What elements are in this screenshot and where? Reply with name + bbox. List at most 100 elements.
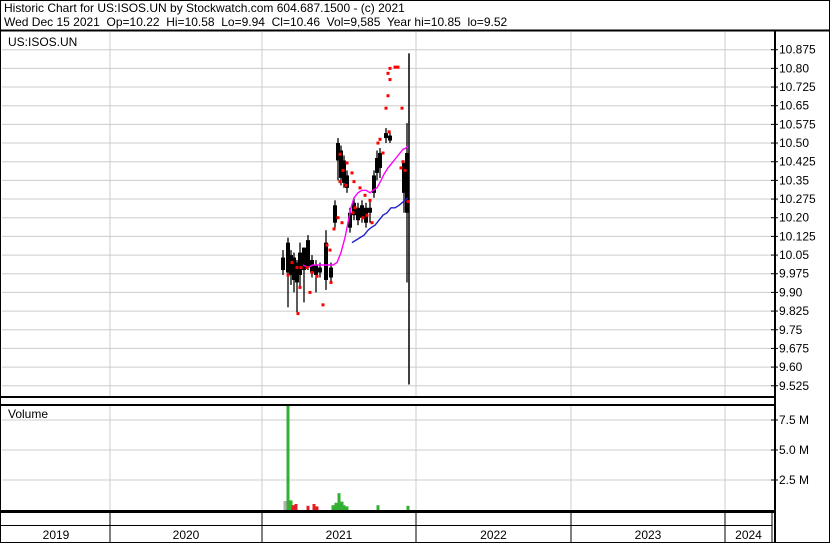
trade-dot — [325, 243, 329, 247]
price-tick-label: 9.675 — [779, 341, 809, 355]
trade-dot — [386, 71, 390, 75]
volume-bar — [334, 502, 338, 510]
candle-body — [356, 207, 360, 221]
price-tick-label: 10.80 — [779, 61, 809, 75]
volume-bar — [315, 506, 319, 510]
trade-dot — [388, 78, 392, 82]
year-label: 2021 — [326, 528, 353, 542]
year-label: 2023 — [635, 528, 662, 542]
trade-dot — [351, 211, 355, 215]
trade-dot — [286, 273, 290, 277]
volume-bar — [283, 501, 287, 510]
volume-bar — [312, 504, 316, 510]
year-label: 2022 — [480, 528, 507, 542]
trade-dot — [361, 216, 365, 220]
volume-bar — [337, 493, 341, 510]
volume-bar — [342, 505, 346, 510]
outer-border — [0, 0, 830, 543]
volume-bar — [406, 505, 410, 510]
price-tick-label: 10.50 — [779, 136, 809, 150]
trade-dot — [332, 227, 336, 231]
candle-body — [298, 252, 302, 275]
trade-dot — [299, 266, 303, 270]
trade-dot — [353, 206, 357, 210]
trade-dot — [393, 65, 397, 69]
price-tick-label: 10.20 — [779, 211, 809, 225]
trade-dot — [358, 186, 362, 190]
volume-bar — [306, 505, 310, 510]
price-tick-label: 10.125 — [779, 229, 816, 243]
trade-dot — [305, 266, 309, 270]
trade-dot — [384, 106, 388, 110]
price-tick-label: 9.825 — [779, 304, 809, 318]
price-tick-label: 10.05 — [779, 248, 809, 262]
trade-dot — [350, 171, 354, 175]
candle-body — [314, 265, 318, 275]
candle-body — [388, 135, 392, 141]
candle-body — [306, 240, 310, 268]
year-label: 2019 — [43, 528, 70, 542]
price-tick-label: 9.975 — [779, 267, 809, 281]
trade-dot — [401, 160, 405, 164]
trade-dot — [298, 285, 302, 289]
trade-dot — [381, 151, 385, 155]
volume-bar — [294, 504, 298, 510]
candle-body — [368, 207, 372, 213]
volume-bar — [291, 505, 295, 510]
trade-dot — [336, 216, 340, 220]
price-tick-label: 10.575 — [779, 117, 816, 131]
trade-dot — [400, 106, 404, 110]
price-tick-label: 10.35 — [779, 173, 809, 187]
trade-dot — [329, 280, 333, 284]
candle-body — [324, 242, 328, 280]
trade-dot — [378, 137, 382, 141]
trade-dot — [365, 213, 369, 217]
price-volume-chart: 10.875 10.80 10.725 10.65 10.575 10.50 10.425 1… — [0, 0, 830, 543]
trade-dot — [310, 270, 314, 274]
volume-tick-label: 2.5 M — [779, 473, 809, 487]
trade-dot — [399, 166, 403, 170]
trade-dot — [403, 168, 407, 172]
price-tick-label: 9.75 — [779, 323, 803, 337]
volume-tick-label: 7.5 M — [779, 413, 809, 427]
candle-body — [360, 205, 364, 218]
volume-tick-label: 5.0 M — [779, 443, 809, 457]
trade-dot — [340, 221, 344, 225]
trade-dot — [338, 180, 342, 184]
price-tick-label: 10.875 — [779, 43, 816, 57]
candle-body — [281, 257, 285, 271]
trade-dot — [328, 248, 332, 252]
price-tick-label: 10.425 — [779, 155, 816, 169]
trade-dot — [363, 193, 367, 197]
candle-body — [329, 267, 333, 278]
trade-dot — [376, 141, 380, 145]
trade-dot — [308, 290, 312, 294]
trade-dot — [290, 261, 294, 265]
trade-dot — [370, 221, 374, 225]
trade-dot — [396, 65, 400, 69]
trade-dot — [368, 198, 372, 202]
volume-bar — [331, 505, 335, 510]
trade-dot — [344, 183, 348, 187]
year-label: 2020 — [173, 528, 200, 542]
candle-body — [378, 153, 382, 168]
trade-dot — [388, 66, 392, 70]
trade-dot — [295, 266, 299, 270]
price-tick-label: 10.725 — [779, 80, 816, 94]
candle-body — [318, 267, 322, 273]
trade-dot — [386, 94, 390, 98]
price-tick-label: 10.275 — [779, 192, 816, 206]
price-tick-label: 9.90 — [779, 285, 803, 299]
price-tick-label: 10.65 — [779, 99, 809, 113]
trade-dot — [315, 274, 319, 278]
volume-bar — [345, 506, 349, 510]
volume-bar — [376, 505, 380, 510]
trade-dot — [345, 161, 349, 165]
price-tick-label: 9.525 — [779, 379, 809, 393]
trade-dot — [406, 200, 410, 204]
trade-dot — [321, 303, 325, 307]
trade-dot — [296, 312, 300, 316]
stockwatch-historic-chart-window: Historic Chart for US:ISOS.UN by Stockwa… — [0, 0, 830, 543]
candle-body — [333, 205, 337, 223]
trade-dot — [341, 168, 345, 172]
